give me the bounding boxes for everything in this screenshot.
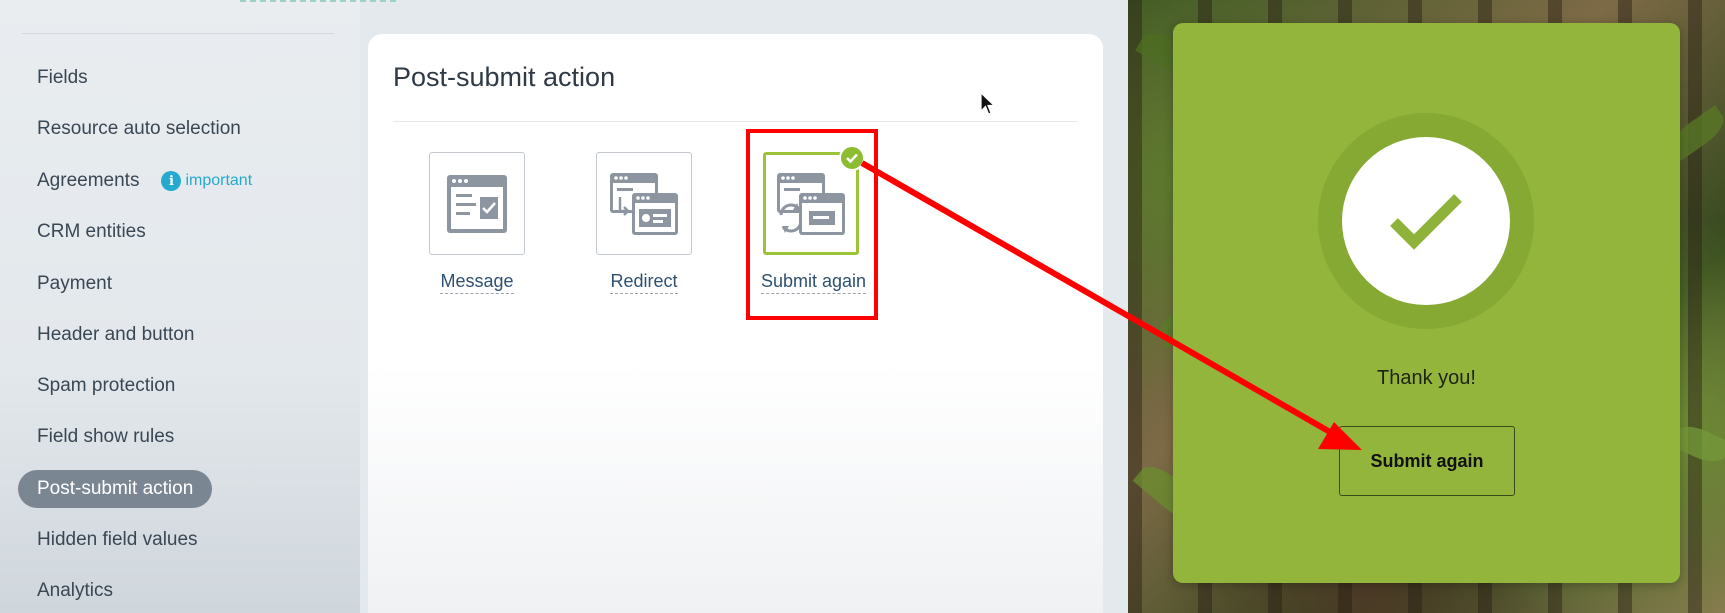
info-icon: i [161, 171, 182, 191]
sidebar-item-field-show-rules[interactable]: Field show rules [18, 418, 193, 456]
sidebar-item-label: Post-submit action [37, 478, 194, 499]
form-preview-card: Thank you! Submit again [1173, 23, 1680, 583]
page-title: Post-submit action [393, 62, 616, 92]
sidebar-item-label: Header and button [37, 324, 195, 345]
sidebar-item-label: Fields [37, 67, 88, 88]
success-circle [1342, 137, 1510, 305]
sidebar-item-crm-entities[interactable]: CRM entities [18, 213, 165, 251]
success-ring [1318, 113, 1534, 329]
option-redirect-label[interactable]: Redirect [610, 271, 678, 294]
option-message[interactable]: Message [427, 152, 527, 294]
mouse-cursor-icon [980, 92, 996, 115]
sidebar-item-label: CRM entities [37, 221, 146, 242]
option-message-tile[interactable] [429, 152, 525, 255]
checkmark-icon [1390, 194, 1462, 250]
sidebar-item-fields[interactable]: Fields [18, 59, 107, 97]
option-redirect[interactable]: Redirect [594, 152, 694, 294]
title-divider [393, 121, 1078, 122]
sidebar-item-agreements[interactable]: Agreements i important [18, 162, 271, 200]
sidebar-divider [22, 33, 334, 34]
thank-you-message: Thank you! [1377, 367, 1476, 389]
sidebar-item-label: Analytics [37, 580, 114, 601]
option-message-label[interactable]: Message [440, 271, 514, 294]
important-badge[interactable]: i important [161, 171, 252, 191]
sidebar-item-hidden-field-values[interactable]: Hidden field values [18, 521, 217, 559]
sidebar-item-spam-protection[interactable]: Spam protection [18, 367, 194, 405]
sidebar-item-post-submit-action[interactable]: Post-submit action [18, 470, 213, 508]
sidebar-item-label: Resource auto selection [37, 118, 241, 139]
important-badge-label: important [185, 172, 253, 189]
sidebar-item-label: Spam protection [37, 375, 176, 396]
submit-again-button[interactable]: Submit again [1339, 426, 1515, 496]
sidebar-top-accent [240, 0, 396, 2]
sidebar-item-label: Agreements [37, 170, 140, 191]
sidebar-item-label: Hidden field values [37, 529, 198, 550]
sidebar-item-label: Payment [37, 273, 112, 294]
sidebar-item-resource-auto-selection[interactable]: Resource auto selection [18, 110, 260, 148]
annotation-highlight-box [746, 129, 878, 320]
sidebar-item-analytics[interactable]: Analytics [18, 572, 132, 610]
redirect-window-icon [610, 172, 678, 235]
sidebar-item-header-and-button[interactable]: Header and button [18, 316, 213, 354]
option-redirect-tile[interactable] [596, 152, 692, 255]
message-window-icon [447, 174, 507, 233]
settings-sidebar: Fields Resource auto selection Agreement… [0, 0, 396, 613]
sidebar-item-payment[interactable]: Payment [18, 265, 131, 303]
post-submit-action-panel: Post-submit action Message Redirect Subm… [368, 34, 1103, 613]
sidebar-item-label: Field show rules [37, 426, 175, 447]
